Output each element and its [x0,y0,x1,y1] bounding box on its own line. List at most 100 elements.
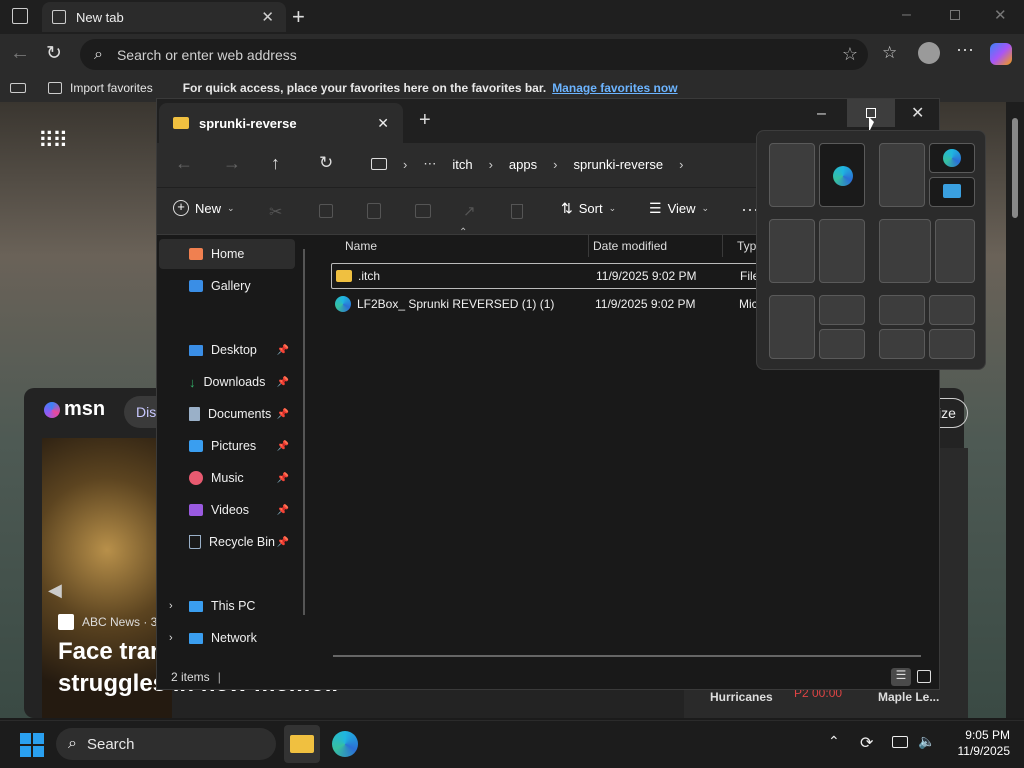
sidebar-item-network[interactable]: › Network [159,623,295,653]
snap-layout-1-right[interactable] [819,143,865,207]
pin-icon: 📌 [276,344,289,356]
sidebar-item-music[interactable]: Music 📌 [159,463,295,493]
sort-icon: ⇅ [561,200,573,216]
back-icon[interactable]: ← [175,153,193,174]
more-options-icon[interactable]: ⋯ [956,40,974,61]
forward-icon[interactable]: → [223,153,241,174]
ellipsis-icon[interactable]: ⋯ [423,156,436,172]
snap-layout-3-left[interactable] [769,219,815,283]
refresh-icon[interactable]: ↻ [319,153,333,173]
personalize-button[interactable]: ize [938,398,968,428]
chevron-down-icon: ⌄ [701,203,710,213]
snap-layout-5-left[interactable] [769,295,815,359]
tab-actions-icon[interactable] [12,8,28,24]
snap-layout-6-top-left[interactable] [879,295,925,325]
copilot-icon[interactable] [990,43,1012,65]
start-button[interactable] [20,733,44,757]
close-tab-icon[interactable]: ✕ [377,115,389,132]
details-view-icon[interactable]: ☰ [891,668,911,686]
snap-layout-6-bottom-right[interactable] [929,329,975,359]
sidebar-item-gallery[interactable]: Gallery [159,271,295,301]
horizontal-scrollbar[interactable] [333,655,921,657]
add-favorite-star-icon[interactable]: ☆ [842,44,858,65]
tiles-view-icon[interactable] [917,670,931,683]
import-icon [48,82,62,94]
sidebar-scrollbar[interactable] [303,249,305,615]
snap-layout-4-left[interactable] [879,219,931,283]
snap-layout-2-top-right[interactable] [929,143,975,173]
computer-icon[interactable] [371,158,387,170]
chevron-up-icon[interactable]: ⌃ [828,733,840,750]
sidebar-item-downloads[interactable]: ↓ Downloads 📌 [159,367,295,397]
clock[interactable]: 9:05 PM 11/9/2025 [944,727,1011,759]
address-bar[interactable]: ⌕ Search or enter web address ☆ [80,39,868,70]
close-window-icon[interactable]: ✕ [911,103,924,123]
sidebar-item-home[interactable]: Home [159,239,295,269]
folder-icon [173,117,189,129]
delete-icon[interactable] [511,204,523,219]
snap-layout-2-bottom-right[interactable] [929,177,975,207]
cut-icon[interactable]: ✂ [269,202,282,222]
volume-icon[interactable]: 🔈 [918,733,935,750]
msn-logo[interactable]: msn [44,398,105,421]
breadcrumb-apps[interactable]: apps [509,157,537,172]
snap-layout-6-top-right[interactable] [929,295,975,325]
breadcrumb[interactable]: › ⋯ itch › apps › sprunki-reverse › [361,147,761,181]
new-button[interactable]: + New ⌄ [173,200,235,216]
restore-browser-icon[interactable] [950,10,960,20]
file-name: LF2Box_ Sprunki REVERSED (1) (1) [357,297,555,311]
chevron-right-icon[interactable]: › [169,600,173,612]
view-button[interactable]: ☰ View ⌄ [649,200,709,217]
sync-icon[interactable]: ⟳ [860,733,873,753]
breadcrumb-sprunki-reverse[interactable]: sprunki-reverse [573,157,663,172]
up-icon[interactable]: ↑ [271,153,280,174]
taskbar-explorer[interactable] [284,725,320,763]
share-icon[interactable]: ↗ [463,202,476,220]
close-tab-icon[interactable]: ✕ [261,8,274,26]
taskbar-edge[interactable] [332,731,358,757]
breadcrumb-itch[interactable]: itch [452,157,472,172]
snap-layout-6-bottom-left[interactable] [879,329,925,359]
taskbar-search[interactable]: ⌕ Search [56,728,276,760]
sidebar-item-desktop[interactable]: Desktop 📌 [159,335,295,365]
sort-button[interactable]: ⇅ Sort ⌄ [561,200,616,217]
snap-layout-5-top-right[interactable] [819,295,865,325]
copy-icon[interactable] [319,204,333,218]
apps-grid-icon[interactable]: ⠿⠿ [38,128,68,154]
minimize-icon[interactable]: – [817,105,826,123]
sidebar-item-videos[interactable]: Videos 📌 [159,495,295,525]
page-scrollbar[interactable] [1006,102,1024,718]
profile-avatar[interactable] [918,42,940,64]
sidebar-item-this-pc[interactable]: › This PC [159,591,295,621]
manage-favorites-link[interactable]: Manage favorites now [552,81,677,95]
display-icon[interactable] [892,736,908,748]
new-tab-button[interactable]: + [419,109,431,132]
sidebar-toggle-icon[interactable] [10,83,26,93]
browser-tab[interactable]: New tab ✕ [42,2,286,32]
snap-layout-1-left[interactable] [769,143,815,207]
back-arrow-icon[interactable]: ← [10,42,30,65]
explorer-tab[interactable]: sprunki-reverse ✕ [159,103,403,143]
rename-icon[interactable] [415,204,431,218]
new-tab-button[interactable]: + [292,4,305,30]
refresh-icon[interactable]: ↻ [46,42,62,65]
import-favorites-link[interactable]: Import favorites [70,81,153,95]
column-header-date[interactable]: Date modified [579,235,723,257]
snap-layout-4-right[interactable] [935,219,975,283]
snap-layout-2-left[interactable] [879,143,925,207]
favorites-icon[interactable]: ☆ [882,43,897,63]
scrollbar-thumb[interactable] [1012,118,1018,218]
column-header-name[interactable]: Name [331,235,589,257]
close-browser-icon[interactable]: ✕ [994,6,1007,24]
sidebar-item-recycle-bin[interactable]: Recycle Bin 📌 [159,527,295,557]
minimize-browser-icon[interactable]: – [902,6,911,24]
browser-tabstrip: New tab ✕ + – ✕ [0,0,1024,34]
sidebar-item-pictures[interactable]: Pictures 📌 [159,431,295,461]
snap-layout-5-bottom-right[interactable] [819,329,865,359]
sidebar-item-documents[interactable]: Documents 📌 [159,399,295,429]
paste-icon[interactable] [367,203,381,219]
news-headline-line1[interactable]: Face tran [58,638,165,666]
snap-layout-3-right[interactable] [819,219,865,283]
chevron-right-icon[interactable]: › [169,632,173,644]
carousel-prev-icon[interactable]: ◀ [48,580,62,601]
